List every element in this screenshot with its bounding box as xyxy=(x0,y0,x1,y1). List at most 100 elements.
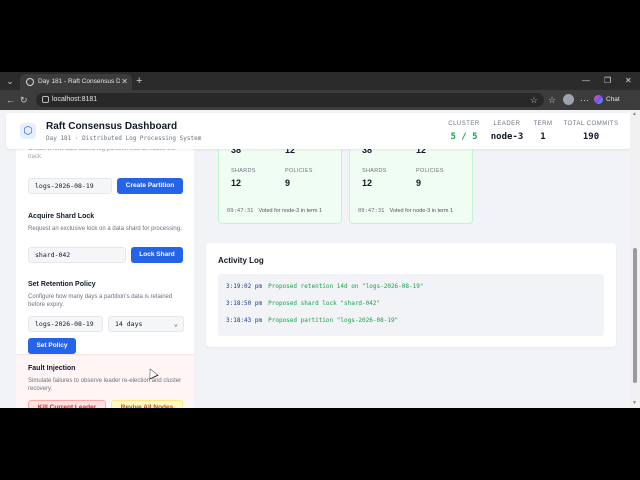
log-message: Proposed retention 14d on "logs-2026-08-… xyxy=(268,283,424,290)
retention-row: logs-2026-08-19 14 days ⌄ xyxy=(28,316,186,332)
scroll-down-icon[interactable]: ▼ xyxy=(632,400,637,406)
tab-strip: ⌄ Day 181 - Raft Consensus Dashbo ✕ + — … xyxy=(0,72,640,90)
scroll-up-icon[interactable]: ▲ xyxy=(632,111,637,117)
address-bar[interactable]: localhost:8181 ☆ xyxy=(36,93,544,107)
tab-title: Day 181 - Raft Consensus Dashbo xyxy=(38,78,120,85)
retention-days-select[interactable]: 14 days ⌄ xyxy=(108,316,184,332)
policies-label: POLICIES xyxy=(285,168,313,174)
partition-desc: Create a new date-based log partition th… xyxy=(28,148,176,160)
stat-label: TERM xyxy=(533,121,553,127)
stat-label: TOTAL COMMITS xyxy=(563,121,619,127)
page-title: Raft Consensus Dashboard xyxy=(46,121,178,132)
log-time: 3:18:50 pm xyxy=(226,300,263,307)
shards-value: 12 xyxy=(362,178,373,188)
kill-leader-button[interactable]: Kill Current Leader xyxy=(28,400,106,408)
stat-value: 5 / 5 xyxy=(450,132,478,142)
log-message: Proposed partition "logs-2026-08-19" xyxy=(268,317,399,324)
stat-cluster: CLUSTER 5 / 5 xyxy=(444,120,484,144)
stat-leader: LEADER node-3 xyxy=(487,120,527,144)
activity-log-list: 3:19:02 pm Proposed retention 14d on "log… xyxy=(218,274,604,336)
fault-title: Fault Injection xyxy=(28,365,76,372)
retention-title: Set Retention Policy xyxy=(28,281,96,288)
revive-nodes-button[interactable]: Revive All Nodes xyxy=(111,400,183,408)
vote-text: Voted for node-3 in term 1 xyxy=(258,208,323,214)
vote-time: 09:47:31 xyxy=(227,208,254,214)
window-close-icon[interactable]: ✕ xyxy=(625,75,632,87)
policies-label: POLICIES xyxy=(416,168,444,174)
fault-desc: Simulate failures to observe leader re-e… xyxy=(28,378,182,392)
node-card: 38 12 SHARDS 12 POLICIES 9 09:47:31 Voted… xyxy=(218,145,342,224)
stat-total-commits: TOTAL COMMITS 190 xyxy=(560,120,622,144)
retention-desc: Configure how many days a partition's da… xyxy=(28,294,173,308)
log-time: 3:18:43 pm xyxy=(226,317,263,324)
shards-value: 12 xyxy=(231,178,242,188)
shard-input[interactable]: shard-042 xyxy=(28,247,126,263)
fault-buttons-row: Kill Current Leader Revive All Nodes xyxy=(28,400,186,408)
site-info-icon[interactable] xyxy=(42,96,49,103)
page-subtitle: Day 181 · Distributed Log Processing Sys… xyxy=(46,135,202,142)
fault-injection-panel: Fault Injection Simulate failures to obs… xyxy=(16,354,194,408)
vote-status: 09:47:31 Voted for node-3 in term 1 xyxy=(227,207,322,215)
shard-lock-title: Acquire Shard Lock xyxy=(28,213,95,220)
maximize-icon[interactable]: ❐ xyxy=(604,75,611,87)
retention-partition-input[interactable]: logs-2026-08-19 xyxy=(28,316,103,332)
create-partition-button[interactable]: Create Partition xyxy=(117,178,183,194)
copilot-icon xyxy=(594,94,603,104)
log-time: 3:19:02 pm xyxy=(226,283,263,290)
close-tab-icon[interactable]: ✕ xyxy=(121,77,128,87)
stat-value: 190 xyxy=(582,132,600,142)
log-entry: 3:18:50 pm Proposed shard lock "shard-042… xyxy=(226,300,380,308)
screen: ⌄ Day 181 - Raft Consensus Dashbo ✕ + — … xyxy=(0,0,640,480)
stat-value: node-3 xyxy=(490,132,524,142)
log-message: Proposed shard lock "shard-042" xyxy=(268,300,381,307)
globe-icon xyxy=(26,78,34,86)
stat-term: TERM 1 xyxy=(530,120,556,144)
partition-row: logs-2026-08-19 Create Partition xyxy=(28,178,186,194)
url-text: localhost:8181 xyxy=(52,96,98,103)
lock-shard-button[interactable]: Lock Shard xyxy=(131,247,183,263)
stat-label: LEADER xyxy=(493,121,521,127)
back-icon[interactable]: ← xyxy=(6,94,15,106)
more-icon[interactable]: ⋯ xyxy=(580,94,589,106)
partition-input[interactable]: logs-2026-08-19 xyxy=(28,178,112,194)
log-entry: 3:19:02 pm Proposed retention 14d on "log… xyxy=(226,283,423,291)
shards-label: SHARDS xyxy=(362,168,387,174)
tab-active[interactable]: Day 181 - Raft Consensus Dashbo ✕ xyxy=(20,74,132,90)
chat-label: Chat xyxy=(606,96,620,103)
retention-days-value: 14 days xyxy=(115,320,143,328)
hexagon-icon: ⬡ xyxy=(20,123,36,139)
shard-lock-desc: Request an exclusive lock on a data shar… xyxy=(28,226,182,232)
page-scrollbar[interactable]: ▲ ▼ xyxy=(630,110,640,408)
vote-status: 09:47:31 Voted for node-3 in term 1 xyxy=(358,207,453,215)
log-entry: 3:18:43 pm Proposed partition "logs-2026-… xyxy=(226,317,398,325)
stat-label: CLUSTER xyxy=(448,121,480,127)
set-policy-row: Set Policy xyxy=(28,338,186,354)
tab-search-icon[interactable]: ⌄ xyxy=(4,75,16,87)
vote-text: Voted for node-3 in term 1 xyxy=(389,208,454,214)
reload-icon[interactable]: ↻ xyxy=(20,94,28,106)
browser-toolbar: ← ↻ localhost:8181 ☆ ☆ ⋯ Chat xyxy=(0,90,640,110)
page: 38 12 SHARDS 12 POLICIES 9 09:47:31 Voted… xyxy=(0,110,640,408)
policies-value: 9 xyxy=(285,178,291,188)
new-tab-icon[interactable]: + xyxy=(136,74,142,88)
shards-label: SHARDS xyxy=(231,168,256,174)
retention-section: Set Retention Policy Configure how many … xyxy=(28,280,186,309)
minimize-icon[interactable]: — xyxy=(582,75,590,87)
scroll-thumb[interactable] xyxy=(633,248,637,383)
bookmark-star-icon[interactable]: ☆ xyxy=(530,94,538,106)
policies-value: 9 xyxy=(416,178,422,188)
set-policy-button[interactable]: Set Policy xyxy=(28,338,76,354)
chevron-down-icon: ⌄ xyxy=(173,320,178,328)
app-header: ⬡ Raft Consensus Dashboard Day 181 · Dis… xyxy=(6,113,632,149)
profile-avatar[interactable] xyxy=(563,94,574,105)
vote-time: 09:47:31 xyxy=(358,208,385,214)
shard-lock-row: shard-042 Lock Shard xyxy=(28,247,186,263)
favorites-icon[interactable]: ☆ xyxy=(548,94,556,106)
stat-value: 1 xyxy=(540,132,546,142)
shard-lock-section: Acquire Shard Lock Request an exclusive … xyxy=(28,212,186,233)
chat-button[interactable]: Chat xyxy=(594,94,620,106)
activity-log-card: Activity Log 3:19:02 pm Proposed retentio… xyxy=(206,243,616,347)
fault-section: Fault Injection Simulate failures to obs… xyxy=(28,364,186,393)
partition-section: Create a new date-based log partition th… xyxy=(28,148,186,161)
activity-log-title: Activity Log xyxy=(218,256,264,265)
